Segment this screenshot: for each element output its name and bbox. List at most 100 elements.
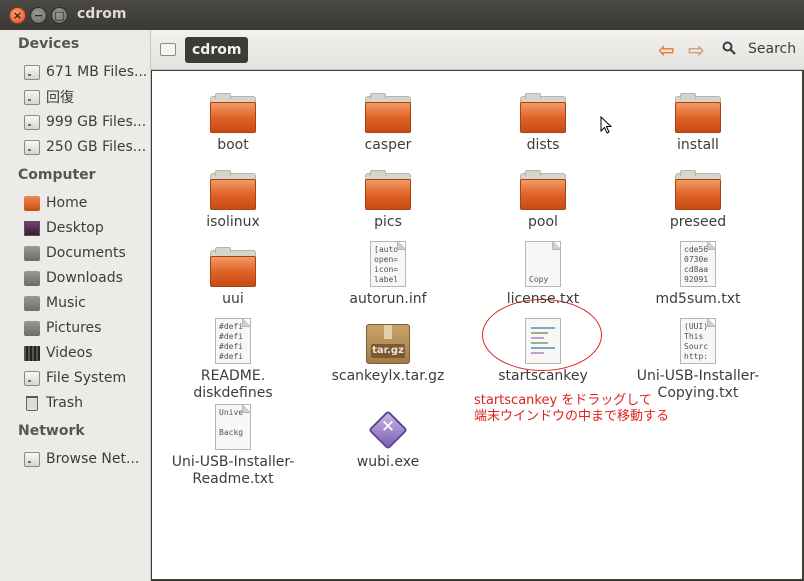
file-view[interactable]: startscankey をドラッグして 端末ウインドウの中まで移動する boo… — [152, 71, 802, 579]
file-name: preseed — [669, 214, 727, 230]
sidebar-item[interactable]: Downloads — [24, 267, 148, 289]
file-item[interactable]: uui — [158, 239, 308, 308]
file-icon-wrap — [623, 162, 773, 210]
sidebar-item[interactable]: 999 GB Files... — [24, 111, 148, 133]
sidebar-item[interactable]: 671 MB Files... — [24, 61, 148, 83]
window-title: cdrom — [77, 6, 127, 22]
file-icon-wrap: ✕ — [313, 402, 463, 450]
sidebar-item[interactable]: Browse Net... — [24, 448, 148, 470]
file-name: boot — [217, 137, 249, 153]
file-icon-wrap: #defi #defi #defi #defi — [158, 316, 308, 364]
sidebar-item[interactable]: Desktop — [24, 217, 148, 239]
file-icon-wrap — [313, 85, 463, 133]
file-name: pool — [528, 214, 558, 230]
file-item[interactable]: [auto open= icon= label autorun.inf — [313, 239, 463, 308]
sidebar-item[interactable]: File System — [24, 367, 148, 389]
drive-icon — [24, 370, 40, 386]
sidebar-item[interactable]: Documents — [24, 242, 148, 264]
file-item[interactable]: install — [623, 85, 773, 154]
file-name: Uni-USB-Installer- Readme.txt — [171, 454, 295, 487]
drive-icon — [160, 43, 176, 56]
folder-icon — [210, 93, 256, 133]
folder-icon — [365, 170, 411, 210]
file-item[interactable]: casper — [313, 85, 463, 154]
file-item[interactable]: (UUI) This Sourc http: Uni-USB-Installer-… — [623, 316, 773, 402]
toolbar: cdrom ⇦ ⇨ Search — [151, 30, 804, 70]
file-icon-wrap: Unive Backg — [158, 402, 308, 450]
file-item[interactable]: cde56 0730e cd8aa 92091 md5sum.txt — [623, 239, 773, 308]
video-icon — [24, 345, 40, 361]
minimize-button[interactable]: − — [30, 7, 47, 24]
sidebar-item[interactable]: Home — [24, 192, 148, 214]
folder-icon — [24, 270, 40, 286]
search-button[interactable]: Search — [748, 41, 796, 57]
file-item[interactable]: preseed — [623, 162, 773, 231]
file-name: startscankey — [498, 368, 588, 384]
folder-icon — [520, 93, 566, 133]
text-file-icon: Copy — [525, 241, 561, 287]
sidebar-item-label: 999 GB Files... — [46, 114, 147, 130]
file-name: isolinux — [206, 214, 260, 230]
folder-icon — [520, 170, 566, 210]
file-icon-wrap — [313, 162, 463, 210]
breadcrumb-cdrom[interactable]: cdrom — [185, 37, 249, 63]
forward-button[interactable]: ⇨ — [688, 38, 705, 62]
sidebar-item-label: Home — [46, 195, 88, 211]
trash-icon — [26, 395, 38, 411]
script-file-icon — [525, 318, 561, 364]
file-name: autorun.inf — [349, 291, 427, 307]
sidebar-item-label: 671 MB Files... — [46, 64, 148, 80]
file-name: casper — [364, 137, 412, 153]
executable-file-icon: ✕ — [368, 410, 408, 450]
sidebar-item-label: Downloads — [46, 270, 123, 286]
folder-icon — [675, 170, 721, 210]
sidebar-item-label: Documents — [46, 245, 126, 261]
sidebar-item[interactable]: 250 GB Files... — [24, 136, 148, 158]
file-item[interactable]: startscankey — [468, 316, 618, 385]
file-icon-wrap — [468, 85, 618, 133]
file-item[interactable]: #defi #defi #defi #defi README. diskdefine… — [158, 316, 308, 402]
drive-icon — [24, 451, 40, 467]
file-item[interactable]: ✕ wubi.exe — [313, 402, 463, 471]
search-icon[interactable] — [722, 41, 736, 55]
file-item[interactable]: isolinux — [158, 162, 308, 231]
back-button[interactable]: ⇦ — [658, 38, 675, 62]
sidebar-item-label: 250 GB Files... — [46, 139, 147, 155]
file-item[interactable]: pool — [468, 162, 618, 231]
file-item[interactable]: dists — [468, 85, 618, 154]
file-icon-wrap — [158, 85, 308, 133]
folder-icon — [24, 295, 40, 311]
maximize-button[interactable]: □ — [51, 7, 68, 24]
file-icon-wrap — [158, 162, 308, 210]
file-name: license.txt — [506, 291, 580, 307]
folder-icon — [24, 245, 40, 261]
folder-icon — [365, 93, 411, 133]
sidebar-item[interactable]: 回復 — [24, 86, 148, 108]
folder-icon — [675, 93, 721, 133]
file-icon-wrap — [158, 239, 308, 287]
file-item[interactable]: Unive Backg Uni-USB-Installer- Readme.txt — [158, 402, 308, 488]
file-name: dists — [526, 137, 560, 153]
sidebar-item-label: Browse Net... — [46, 451, 140, 467]
sidebar-item-label: File System — [46, 370, 127, 386]
file-item[interactable]: boot — [158, 85, 308, 154]
drive-icon — [24, 64, 40, 80]
sidebar-item[interactable]: Music — [24, 292, 148, 314]
archive-file-icon: tar.gz — [366, 324, 410, 364]
sidebar-item-label: Trash — [46, 395, 83, 411]
file-item[interactable]: pics — [313, 162, 463, 231]
sidebar-item[interactable]: Trash — [24, 392, 148, 414]
sidebar-item[interactable]: Videos — [24, 342, 148, 364]
title-bar: × − □ cdrom — [0, 0, 804, 30]
file-icon-wrap: tar.gz — [313, 316, 463, 364]
file-name: README. diskdefines — [193, 368, 273, 401]
sidebar: Devices 671 MB Files... 回復 999 GB Files... 2… — [0, 30, 151, 581]
file-item[interactable]: Copy license.txt — [468, 239, 618, 308]
close-button[interactable]: × — [9, 7, 26, 24]
file-icon-wrap: [auto open= icon= label — [313, 239, 463, 287]
sidebar-item[interactable]: Pictures — [24, 317, 148, 339]
file-icon-wrap: (UUI) This Sourc http: — [623, 316, 773, 364]
file-item[interactable]: tar.gz scankeylx.tar.gz — [313, 316, 463, 385]
sidebar-heading-network: Network — [18, 423, 85, 439]
text-file-icon: cde56 0730e cd8aa 92091 — [680, 241, 716, 287]
